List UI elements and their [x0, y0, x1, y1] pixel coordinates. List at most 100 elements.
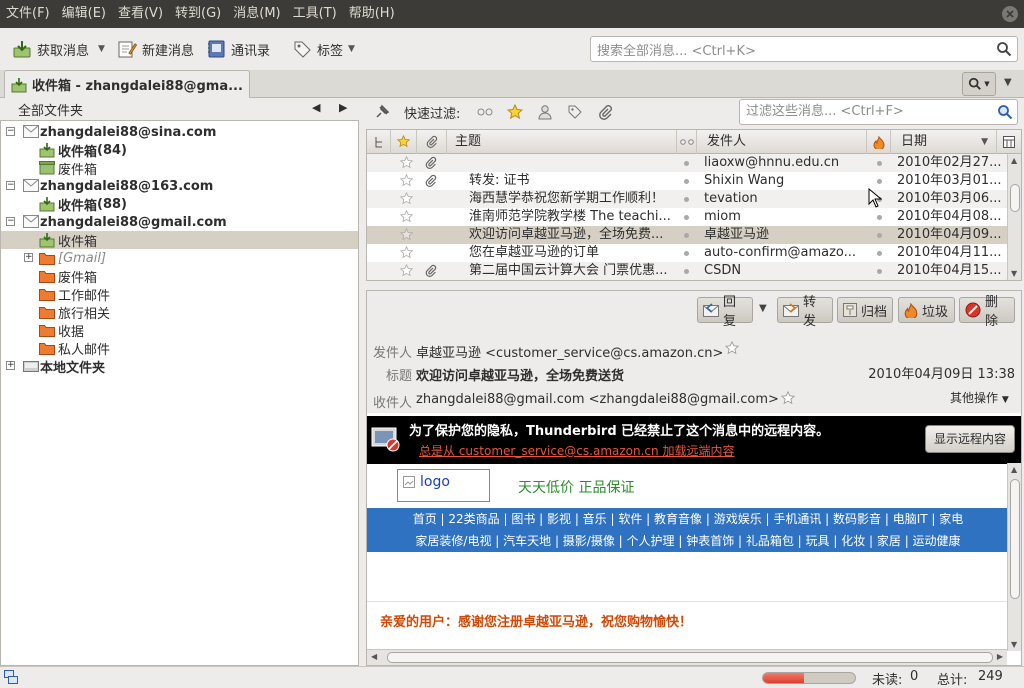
folder-gmail-group[interactable]: + [Gmail]: [1, 249, 358, 267]
menu-file[interactable]: 文件(F): [0, 0, 56, 28]
expand-icon[interactable]: +: [6, 361, 15, 370]
thread-column-icon[interactable]: [367, 130, 391, 154]
other-actions-menu[interactable]: 其他操作 ▼: [950, 389, 1009, 406]
star-column-icon[interactable]: [391, 130, 417, 154]
address-book-button[interactable]: 通讯录: [200, 34, 276, 64]
collapse-icon[interactable]: −: [6, 217, 15, 226]
folder-gmail-trash[interactable]: 废件箱: [1, 267, 358, 286]
menu-help[interactable]: 帮助(H): [343, 0, 401, 28]
junk-status-dot[interactable]: [877, 251, 882, 256]
tags-button[interactable]: 标签 ▼: [286, 34, 361, 64]
search-menu-button[interactable]: ▼: [962, 72, 996, 96]
contact-filter-icon[interactable]: [532, 102, 558, 122]
message-scrollbar-thumb[interactable]: [1010, 479, 1020, 599]
folder-account-sina[interactable]: − zhangdalei88@sina.com: [1, 123, 358, 141]
folder-work[interactable]: 工作邮件: [1, 285, 358, 304]
nav-links-line-1[interactable]: 首页 | 22类商品 | 图书 | 影视 | 音乐 | 软件 | 教育音像 | …: [367, 508, 1009, 530]
always-load-remote-link[interactable]: 总是从 customer_service@cs.amazon.cn 加载远端内容: [419, 442, 734, 459]
junk-status-dot[interactable]: [877, 233, 882, 238]
read-status-dot[interactable]: [684, 197, 689, 202]
folder-receipts[interactable]: 收据: [1, 321, 358, 340]
thread-row[interactable]: 海西慧学恭祝您新学期工作顺利！ tevation 2010年03月06...: [367, 190, 1007, 208]
thread-row[interactable]: liaoxw@hnnu.edu.cn 2010年02月27...: [367, 154, 1007, 172]
thread-row[interactable]: 您在卓越亚马逊的订单 auto-confirm@amazo... 2010年04月1…: [367, 244, 1007, 262]
folder-view-prev-icon[interactable]: ◀: [312, 101, 320, 114]
expand-icon[interactable]: +: [24, 253, 33, 262]
scroll-up-icon[interactable]: ▲: [1011, 156, 1017, 165]
reply-button[interactable]: 回复: [697, 295, 753, 329]
from-value[interactable]: 卓越亚马逊 <customer_service@cs.amazon.cn>: [416, 342, 723, 361]
junk-status-dot[interactable]: [877, 269, 882, 274]
thread-row[interactable]: 欢迎访问卓越亚马逊，全场免费... 卓越亚马逊 2010年04月09...: [367, 226, 1007, 244]
subject-column-header[interactable]: 主题: [447, 130, 677, 154]
collapse-icon[interactable]: −: [6, 127, 15, 136]
read-status-dot[interactable]: [684, 161, 689, 166]
scroll-left-icon[interactable]: ◀: [371, 652, 377, 661]
folder-view-next-icon[interactable]: ▶: [339, 101, 347, 114]
menu-view[interactable]: 查看(V): [112, 0, 169, 28]
read-status-dot[interactable]: [684, 251, 689, 256]
folder-personal[interactable]: 私人邮件: [1, 339, 358, 358]
tab-inbox[interactable]: 收件箱 - zhangdalei88@gma...: [4, 70, 250, 98]
thread-row[interactable]: 第二届中国云计算大会 门票优惠... CSDN 2010年04月15...: [367, 262, 1007, 280]
read-status-dot[interactable]: [684, 233, 689, 238]
sender-column-header[interactable]: 发件人: [697, 130, 867, 154]
folder-sina-inbox[interactable]: 收件箱 (84): [1, 141, 358, 160]
offline-status-icon[interactable]: [4, 670, 18, 684]
show-remote-content-button[interactable]: 显示远程内容: [925, 425, 1015, 453]
chevron-down-icon[interactable]: ▼: [98, 44, 105, 54]
junk-status-dot[interactable]: [877, 215, 882, 220]
folder-account-gmail[interactable]: − zhangdalei88@gmail.com: [1, 213, 358, 231]
folder-local[interactable]: + 本地文件夹: [1, 357, 358, 376]
horizontal-scrollbar-thumb[interactable]: [387, 652, 993, 663]
to-value[interactable]: zhangdalei88@gmail.com <zhangdalei88@gma…: [416, 392, 779, 407]
forward-button[interactable]: 转发: [777, 295, 833, 329]
attachment-column-icon[interactable]: [417, 130, 447, 154]
global-search-input[interactable]: 搜索全部消息... <Ctrl+K>: [590, 36, 1018, 62]
attachment-filter-icon[interactable]: [592, 102, 618, 122]
reply-menu-arrow-icon[interactable]: ▼: [759, 303, 767, 314]
unread-filter-icon[interactable]: [472, 102, 498, 122]
add-contact-star-icon[interactable]: [725, 341, 739, 355]
junk-status-dot[interactable]: [877, 179, 882, 184]
menu-go[interactable]: 转到(G): [169, 0, 227, 28]
folder-163-inbox[interactable]: 收件箱 (88): [1, 195, 358, 214]
folder-travel[interactable]: 旅行相关: [1, 303, 358, 322]
thread-scrollbar[interactable]: ▲ ▼: [1007, 154, 1021, 280]
scroll-right-icon[interactable]: ▶: [997, 652, 1003, 661]
add-contact-star-icon[interactable]: [781, 391, 795, 405]
thread-row[interactable]: 淮南师范学院教学楼 The teachi... miom 2010年04月08...: [367, 208, 1007, 226]
menu-edit[interactable]: 编辑(E): [56, 0, 112, 28]
thread-scrollbar-thumb[interactable]: [1010, 184, 1020, 212]
thread-row[interactable]: 转发: 证书 Shixin Wang 2010年03月01...: [367, 172, 1007, 190]
nav-links-line-2[interactable]: 家居装修/电视 | 汽车天地 | 摄影/摄像 | 个人护理 | 钟表首饰 | 礼…: [367, 530, 1009, 552]
read-status-dot[interactable]: [684, 215, 689, 220]
collapse-icon[interactable]: −: [6, 181, 15, 190]
scroll-down-icon[interactable]: ▼: [1011, 269, 1017, 278]
tab-list-arrow-icon[interactable]: ▼: [1004, 77, 1012, 88]
read-status-dot[interactable]: [684, 179, 689, 184]
read-status-dot[interactable]: [684, 269, 689, 274]
tag-filter-icon[interactable]: [562, 102, 588, 122]
junk-status-dot[interactable]: [877, 161, 882, 166]
junk-column-icon[interactable]: [867, 130, 891, 154]
scroll-down-icon[interactable]: ▼: [1011, 640, 1017, 649]
column-picker-icon[interactable]: [997, 130, 1021, 154]
logo-placeholder-image[interactable]: logo: [397, 469, 490, 502]
star-icon[interactable]: [400, 264, 413, 280]
archive-button[interactable]: 归档: [837, 297, 893, 323]
message-horizontal-scrollbar[interactable]: ◀ ▶: [367, 649, 1007, 665]
folder-sina-trash[interactable]: 废件箱: [1, 159, 358, 178]
folder-gmail-inbox[interactable]: 收件箱: [1, 231, 358, 250]
scroll-up-icon[interactable]: ▲: [1011, 465, 1017, 474]
date-column-header[interactable]: 日期 ▼: [891, 130, 997, 154]
read-column-icon[interactable]: [677, 130, 697, 154]
pin-icon[interactable]: [374, 104, 390, 120]
folder-account-163[interactable]: − zhangdalei88@163.com: [1, 177, 358, 195]
quick-filter-search-input[interactable]: 过滤这些消息... <Ctrl+F>: [739, 99, 1018, 125]
window-close-icon[interactable]: [1002, 6, 1018, 22]
new-message-button[interactable]: 新建消息: [111, 34, 200, 64]
delete-button[interactable]: 删除: [959, 295, 1015, 329]
menu-tools[interactable]: 工具(T): [287, 0, 343, 28]
get-messages-button[interactable]: 获取消息 ▼: [6, 34, 111, 64]
